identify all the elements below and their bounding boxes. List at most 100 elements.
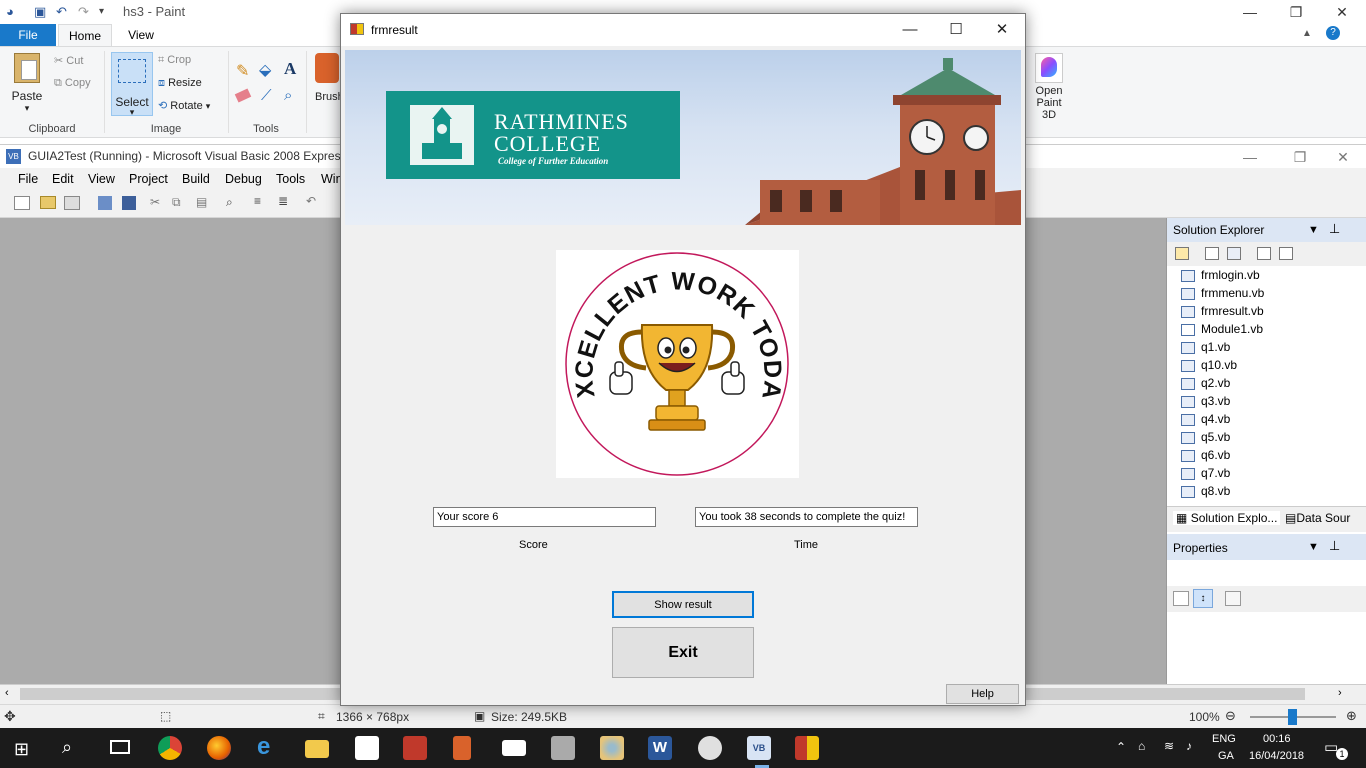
zoom-in-icon[interactable]: ⊕ bbox=[1346, 708, 1357, 724]
vb-close-button[interactable]: ✕ bbox=[1320, 145, 1366, 169]
network-icon[interactable]: ⌂ bbox=[1138, 739, 1145, 753]
time-textbox[interactable]: You took 38 seconds to complete the quiz… bbox=[695, 507, 918, 527]
help-button[interactable]: Help bbox=[946, 684, 1019, 704]
list-item[interactable]: frmlogin.vb bbox=[1181, 268, 1260, 286]
ribbon-collapse-icon[interactable]: ▲ bbox=[1302, 28, 1312, 39]
frmresult-minimize-button[interactable]: — bbox=[887, 14, 933, 46]
clock-date[interactable]: 16/04/2018 bbox=[1249, 750, 1304, 762]
task-view-icon[interactable] bbox=[110, 740, 130, 754]
language-indicator[interactable]: ENG bbox=[1212, 733, 1236, 745]
undo-icon[interactable]: ↶ bbox=[56, 4, 67, 20]
list-item[interactable]: frmresult.vb bbox=[1181, 304, 1264, 322]
tab-file[interactable]: File bbox=[0, 24, 56, 46]
store-icon[interactable] bbox=[355, 736, 379, 760]
list-item[interactable]: q3.vb bbox=[1181, 394, 1230, 412]
comment-icon[interactable]: ≡ bbox=[254, 194, 261, 208]
start-windows-icon[interactable]: ⊞ bbox=[14, 739, 29, 760]
paint-restore-button[interactable]: ❐ bbox=[1273, 0, 1319, 24]
new-project-icon[interactable] bbox=[14, 196, 30, 210]
open-paint-3d-button[interactable]: Open Paint 3D bbox=[1028, 53, 1070, 121]
vb-minimize-button[interactable]: — bbox=[1227, 145, 1273, 169]
tray-expand-icon[interactable]: ⌃ bbox=[1116, 740, 1126, 754]
volume-icon[interactable]: ♪ bbox=[1186, 739, 1192, 753]
save-file-icon[interactable] bbox=[98, 196, 112, 210]
eraser-icon[interactable] bbox=[234, 88, 252, 103]
show-all-files-icon[interactable] bbox=[1205, 247, 1219, 260]
alphabetical-icon[interactable]: ↕ bbox=[1193, 589, 1213, 608]
properties-tool-icon[interactable] bbox=[1175, 247, 1189, 260]
frmresult-close-button[interactable]: ✕ bbox=[979, 14, 1025, 46]
brush-icon[interactable] bbox=[315, 53, 339, 83]
firefox-icon[interactable] bbox=[207, 736, 231, 760]
mail-icon[interactable] bbox=[502, 740, 526, 756]
save-all-icon[interactable] bbox=[122, 196, 136, 210]
pencil-icon[interactable]: ✎ bbox=[236, 61, 249, 81]
list-item[interactable]: frmmenu.vb bbox=[1181, 286, 1264, 304]
pin-icon[interactable]: ⊥ bbox=[1329, 538, 1340, 554]
redo-icon[interactable]: ↷ bbox=[78, 4, 89, 20]
paint-close-button[interactable]: ✕ bbox=[1319, 0, 1365, 24]
cut-button[interactable]: ✂ Cut bbox=[54, 54, 83, 67]
categorized-icon[interactable] bbox=[1173, 591, 1189, 606]
app-icon[interactable] bbox=[795, 736, 819, 760]
undo-tool-icon[interactable]: ↶ bbox=[306, 194, 316, 208]
list-item[interactable]: q6.vb bbox=[1181, 448, 1230, 466]
save-icon[interactable]: ▣ bbox=[34, 4, 46, 20]
wifi-icon[interactable]: ≋ bbox=[1164, 739, 1174, 753]
panel-dropdown-icon[interactable]: ▼ bbox=[1308, 541, 1319, 553]
vb-menu-tools[interactable]: Tools bbox=[276, 172, 305, 186]
view-designer-icon[interactable] bbox=[1279, 247, 1293, 260]
score-textbox[interactable]: Your score 6 bbox=[433, 507, 656, 527]
list-item[interactable]: q1.vb bbox=[1181, 340, 1230, 358]
vb-menu-view[interactable]: View bbox=[88, 172, 115, 186]
fill-icon[interactable]: ⬙ bbox=[259, 60, 271, 80]
paste-button[interactable]: Paste ▾ bbox=[10, 53, 44, 114]
exit-button[interactable]: Exit bbox=[612, 627, 754, 678]
open-folder-icon[interactable] bbox=[40, 196, 56, 209]
property-pages-icon[interactable] bbox=[1225, 591, 1241, 606]
edge-icon[interactable]: e bbox=[257, 735, 281, 760]
crop-button[interactable]: ⌗ Crop bbox=[158, 54, 191, 67]
game-controller-icon[interactable] bbox=[551, 736, 575, 760]
tab-data-sources[interactable]: ▤Data Sour bbox=[1285, 511, 1350, 525]
copy-tool-icon[interactable]: ⧉ bbox=[172, 195, 181, 210]
resize-button[interactable]: ⧈ Resize bbox=[158, 77, 202, 90]
frmresult-maximize-button[interactable]: ☐ bbox=[933, 14, 979, 46]
list-item[interactable]: q5.vb bbox=[1181, 430, 1230, 448]
color-picker-icon[interactable]: ⟋ bbox=[261, 87, 272, 104]
reader-icon[interactable] bbox=[403, 736, 427, 760]
list-item[interactable]: q8.vb bbox=[1181, 484, 1230, 502]
text-icon[interactable]: A bbox=[284, 59, 296, 79]
vb-menu-edit[interactable]: Edit bbox=[52, 172, 74, 186]
scroll-left-icon[interactable]: ‹ bbox=[5, 687, 9, 699]
magnifier-icon[interactable]: ⌕ bbox=[284, 87, 292, 104]
pin-icon[interactable]: ⊥ bbox=[1329, 221, 1340, 237]
list-item[interactable]: q2.vb bbox=[1181, 376, 1230, 394]
add-item-icon[interactable] bbox=[64, 196, 80, 210]
zoom-slider-thumb[interactable] bbox=[1288, 709, 1297, 725]
list-item[interactable]: q10.vb bbox=[1181, 358, 1237, 376]
help-icon[interactable]: ? bbox=[1326, 26, 1340, 40]
paint-3d-taskbar-icon[interactable] bbox=[698, 736, 722, 760]
select-button[interactable]: Select ▾ bbox=[111, 52, 153, 117]
zoom-out-icon[interactable]: ⊖ bbox=[1225, 708, 1236, 724]
clock-time[interactable]: 00:16 bbox=[1263, 733, 1291, 745]
view-code-icon[interactable] bbox=[1257, 247, 1271, 260]
show-result-button[interactable]: Show result bbox=[612, 591, 754, 618]
vb-menu-file[interactable]: File bbox=[18, 172, 38, 186]
paint-minimize-button[interactable]: — bbox=[1227, 0, 1273, 24]
find-icon[interactable]: ⌕ bbox=[226, 195, 233, 210]
panel-dropdown-icon[interactable]: ▼ bbox=[1308, 224, 1319, 236]
list-item[interactable]: q7.vb bbox=[1181, 466, 1230, 484]
chrome-icon[interactable] bbox=[158, 736, 182, 760]
uncomment-icon[interactable]: ≣ bbox=[278, 194, 288, 208]
copy-button[interactable]: ⧉ Copy bbox=[54, 77, 91, 90]
word-icon[interactable]: W bbox=[648, 736, 672, 760]
refresh-icon[interactable] bbox=[1227, 247, 1241, 260]
vb-menu-debug[interactable]: Debug bbox=[225, 172, 262, 186]
pdf-tool-icon[interactable] bbox=[453, 736, 471, 760]
list-item[interactable]: q4.vb bbox=[1181, 412, 1230, 430]
visual-basic-icon[interactable]: VB bbox=[747, 736, 771, 760]
search-icon[interactable]: ⌕ bbox=[62, 737, 72, 758]
vb-restore-button[interactable]: ❐ bbox=[1277, 145, 1323, 169]
